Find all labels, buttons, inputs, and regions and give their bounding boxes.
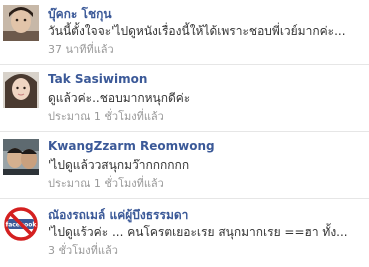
profile-photo-icon — [3, 72, 39, 108]
comment-text: 'ไปดูแล้ววสนุกมว๊ากกกกกก — [48, 158, 190, 172]
avatar[interactable] — [3, 5, 39, 41]
comment-timestamp[interactable]: ประมาณ 1 ชั่วโมงที่แล้ว — [48, 107, 164, 125]
comment-item: บุ๊คกะ โชกุน วันนี้ตั้งใจจะ'ไปดูหนังเรื่… — [0, 5, 369, 65]
comment-feed: บุ๊คกะ โชกุน วันนี้ตั้งใจจะ'ไปดูหนังเรื่… — [0, 0, 369, 267]
profile-photo-icon — [3, 139, 39, 175]
comment-item: facebook ณัองรถเมล์ แค่ผู้บึงธรรมดา 'ไปด… — [0, 206, 369, 266]
comment-text: วันนี้ตั้งใจจะ'ไปดูหนังเรื่องนี้ให้ได้เพ… — [48, 24, 346, 38]
comment-text: ดูแล้วค่ะ..ชอบมากหนุกดีค่ะ — [48, 91, 191, 105]
divider — [0, 64, 369, 65]
no-facebook-logo-icon: facebook — [3, 206, 39, 242]
avatar[interactable] — [3, 72, 39, 108]
avatar[interactable]: facebook — [3, 206, 39, 242]
profile-photo-icon — [3, 5, 39, 41]
comment-timestamp[interactable]: ประมาณ 1 ชั่วโมงที่แล้ว — [48, 174, 164, 192]
divider — [0, 198, 369, 199]
commenter-name[interactable]: KwangZzarm Reomwong — [48, 139, 215, 153]
divider — [0, 131, 369, 132]
commenter-name[interactable]: Tak Sasiwimon — [48, 72, 147, 86]
comment-item: KwangZzarm Reomwong 'ไปดูแล้ววสนุกมว๊ากก… — [0, 139, 369, 199]
comment-text: 'ไปดูแร้วค่ะ ... คนโครตเยอะเรย สนุกมากเร… — [48, 225, 348, 239]
comment-timestamp[interactable]: 3 ชั่วโมงที่แล้ว — [48, 241, 118, 259]
avatar[interactable] — [3, 139, 39, 175]
comment-timestamp[interactable]: 37 นาทีที่แล้ว — [48, 40, 114, 58]
comment-item: Tak Sasiwimon ดูแล้วค่ะ..ชอบมากหนุกดีค่ะ… — [0, 72, 369, 132]
